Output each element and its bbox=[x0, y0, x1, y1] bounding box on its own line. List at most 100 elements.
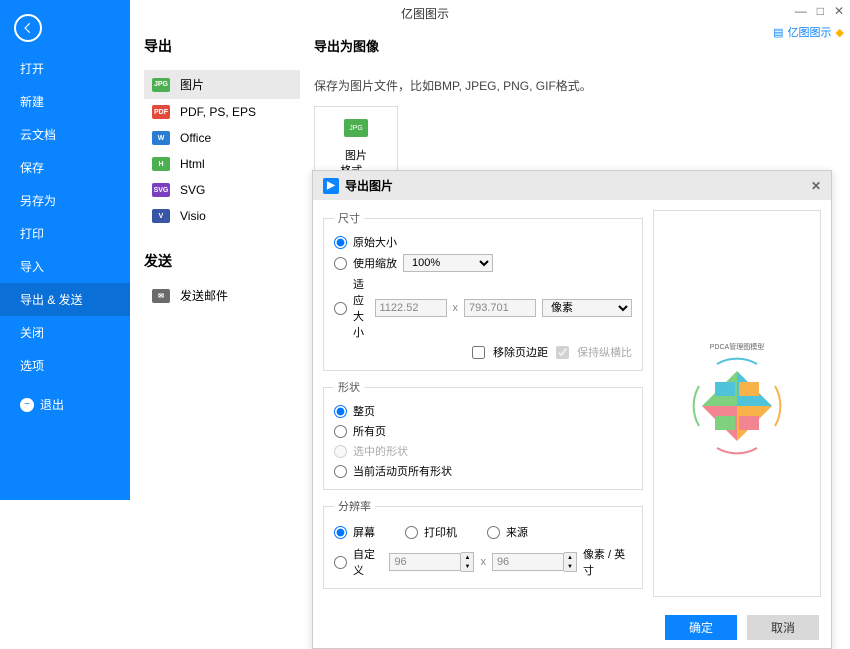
export-item-label: 图片 bbox=[180, 76, 204, 93]
spin-up-icon[interactable]: ▲ bbox=[461, 553, 473, 562]
unit-select[interactable]: 像素 bbox=[542, 299, 632, 317]
export-item-label: Visio bbox=[180, 209, 206, 223]
export-type-panel: 导出 JPG图片PDFPDF, PS, EPSWOfficeHHtmlSVGSV… bbox=[130, 0, 300, 500]
export-image-dialog: ▶ 导出图片 ✕ 尺寸 原始大小 使用缩放 100% 适应大小 x 像素 移除页… bbox=[312, 170, 832, 649]
sidebar-item[interactable]: 另存为 bbox=[0, 184, 130, 217]
size-legend: 尺寸 bbox=[334, 210, 364, 226]
exit-icon: − bbox=[20, 398, 34, 412]
radio-original[interactable] bbox=[334, 236, 347, 249]
cancel-button[interactable]: 取消 bbox=[747, 615, 819, 640]
radio-selected bbox=[334, 445, 347, 458]
scale-select[interactable]: 100% bbox=[403, 254, 493, 272]
send-mail-label: 发送邮件 bbox=[180, 287, 228, 304]
keep-ratio-label: 保持纵横比 bbox=[577, 344, 632, 360]
label-source: 来源 bbox=[506, 524, 528, 540]
res-y-input[interactable] bbox=[492, 553, 564, 571]
dialog-titlebar: ▶ 导出图片 ✕ bbox=[313, 171, 831, 200]
sidebar-item[interactable]: 导入 bbox=[0, 250, 130, 283]
radio-screen[interactable] bbox=[334, 526, 347, 539]
htm-icon: H bbox=[152, 157, 170, 171]
sidebar-item[interactable]: 云文档 bbox=[0, 118, 130, 151]
radio-current[interactable] bbox=[334, 465, 347, 478]
size-fieldset: 尺寸 原始大小 使用缩放 100% 适应大小 x 像素 移除页边距 保持纵横比 bbox=[323, 210, 643, 371]
export-format-item[interactable]: PDF PDF, PS, EPS bbox=[144, 99, 300, 125]
brand-badge[interactable]: ▤ 亿图图示 ◆ bbox=[773, 24, 844, 40]
label-screen: 屏幕 bbox=[353, 524, 375, 540]
res-legend: 分辨率 bbox=[334, 498, 375, 514]
export-format-item[interactable]: JPG 图片 bbox=[144, 70, 300, 99]
label-selected: 选中的形状 bbox=[353, 443, 408, 459]
res-unit-label: 像素 / 英寸 bbox=[583, 546, 632, 578]
export-item-label: PDF, PS, EPS bbox=[180, 105, 256, 119]
sidebar: 打开新建云文档保存另存为打印导入导出 & 发送关闭选项 − 退出 bbox=[0, 0, 130, 500]
preview-title: PDCA管理图模型 bbox=[710, 342, 764, 352]
remove-margin-label: 移除页边距 bbox=[493, 344, 548, 360]
jpg-icon: JPG bbox=[152, 78, 170, 92]
export-format-item[interactable]: V Visio bbox=[144, 203, 300, 229]
label-full: 整页 bbox=[353, 403, 375, 419]
minimize-icon[interactable]: — bbox=[795, 4, 807, 18]
sidebar-item[interactable]: 打开 bbox=[0, 52, 130, 85]
export-item-label: SVG bbox=[180, 183, 205, 197]
shape-fieldset: 形状 整页 所有页 选中的形状 当前活动页所有形状 bbox=[323, 379, 643, 490]
mail-icon: ✉ bbox=[152, 289, 170, 303]
sidebar-item[interactable]: 导出 & 发送 bbox=[0, 283, 130, 316]
radio-source[interactable] bbox=[487, 526, 500, 539]
spin-down-icon[interactable]: ▼ bbox=[564, 562, 576, 571]
radio-full[interactable] bbox=[334, 405, 347, 418]
ok-button[interactable]: 确定 bbox=[665, 615, 737, 640]
dialog-title: 导出图片 bbox=[345, 177, 393, 194]
chat-icon: ▤ bbox=[773, 26, 783, 39]
dialog-close-icon[interactable]: ✕ bbox=[811, 179, 821, 193]
radio-fit[interactable] bbox=[334, 302, 347, 315]
off-icon: W bbox=[152, 131, 170, 145]
export-format-item[interactable]: W Office bbox=[144, 125, 300, 151]
sidebar-item[interactable]: 选项 bbox=[0, 349, 130, 382]
send-heading: 发送 bbox=[144, 251, 300, 271]
sidebar-item[interactable]: 关闭 bbox=[0, 316, 130, 349]
svg-icon: SVG bbox=[152, 183, 170, 197]
vis-icon: V bbox=[152, 209, 170, 223]
export-item-label: Html bbox=[180, 157, 205, 171]
radio-scale[interactable] bbox=[334, 257, 347, 270]
sidebar-item[interactable]: 新建 bbox=[0, 85, 130, 118]
radio-custom[interactable] bbox=[334, 556, 347, 569]
sidebar-item[interactable]: 保存 bbox=[0, 151, 130, 184]
app-title: 亿图图示 bbox=[401, 5, 449, 22]
detail-desc: 保存为图片文件，比如BMP, JPEG, PNG, GIF格式。 bbox=[314, 77, 836, 94]
sidebar-item[interactable]: 打印 bbox=[0, 217, 130, 250]
remove-margin-check[interactable] bbox=[472, 346, 485, 359]
spin-down-icon[interactable]: ▼ bbox=[461, 562, 473, 571]
pdf-icon: PDF bbox=[152, 105, 170, 119]
sidebar-item-exit[interactable]: − 退出 bbox=[0, 388, 130, 421]
preview-image bbox=[677, 356, 797, 466]
radio-all[interactable] bbox=[334, 425, 347, 438]
dialog-icon: ▶ bbox=[323, 178, 339, 194]
res-fieldset: 分辨率 屏幕 打印机 来源 自定义 ▲▼ x ▲▼ 像素 / 英寸 bbox=[323, 498, 643, 589]
export-item-label: Office bbox=[180, 131, 211, 145]
tile-line1: 图片 bbox=[323, 149, 389, 164]
label-original: 原始大小 bbox=[353, 234, 397, 250]
diamond-icon: ◆ bbox=[836, 26, 844, 39]
height-input[interactable] bbox=[464, 299, 536, 317]
width-input[interactable] bbox=[375, 299, 447, 317]
send-mail-item[interactable]: ✉ 发送邮件 bbox=[144, 281, 300, 310]
export-format-item[interactable]: SVG SVG bbox=[144, 177, 300, 203]
res-x-input[interactable] bbox=[389, 553, 461, 571]
label-all: 所有页 bbox=[353, 423, 386, 439]
radio-printer[interactable] bbox=[405, 526, 418, 539]
tile-icon: JPG bbox=[344, 119, 368, 137]
maximize-icon[interactable]: □ bbox=[817, 4, 824, 18]
keep-ratio-check[interactable] bbox=[556, 346, 569, 359]
close-icon[interactable]: ✕ bbox=[834, 4, 844, 18]
detail-heading: 导出为图像 bbox=[314, 36, 836, 55]
shape-legend: 形状 bbox=[334, 379, 364, 395]
export-heading: 导出 bbox=[144, 36, 300, 56]
spin-up-icon[interactable]: ▲ bbox=[564, 553, 576, 562]
label-custom: 自定义 bbox=[353, 546, 383, 578]
label-fit: 适应大小 bbox=[353, 276, 369, 340]
export-format-item[interactable]: H Html bbox=[144, 151, 300, 177]
label-current: 当前活动页所有形状 bbox=[353, 463, 452, 479]
brand-text: 亿图图示 bbox=[788, 24, 832, 40]
label-scale: 使用缩放 bbox=[353, 255, 397, 271]
